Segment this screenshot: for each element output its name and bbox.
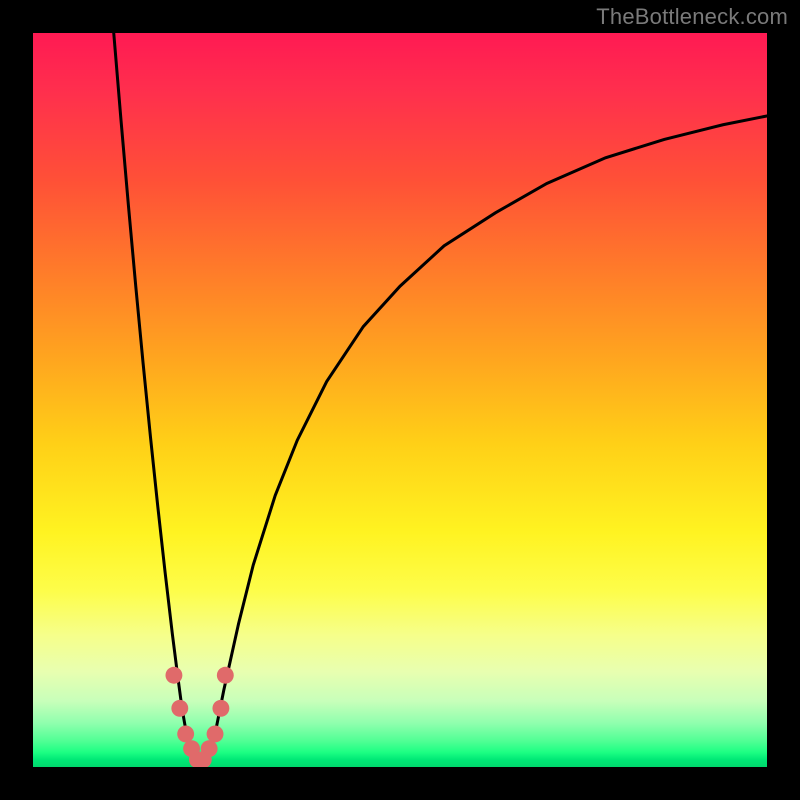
valley-dot	[217, 667, 234, 684]
valley-dot	[171, 700, 188, 717]
curve-right	[209, 116, 767, 756]
chart-frame: TheBottleneck.com	[0, 0, 800, 800]
curve-left	[114, 33, 193, 756]
valley-dot	[207, 726, 224, 743]
valley-dot	[201, 740, 218, 757]
valley-dot	[212, 700, 229, 717]
watermark-text: TheBottleneck.com	[596, 4, 788, 30]
valley-dot	[177, 726, 194, 743]
valley-dots	[165, 667, 233, 767]
valley-dot	[165, 667, 182, 684]
chart-svg	[33, 33, 767, 767]
plot-area	[33, 33, 767, 767]
